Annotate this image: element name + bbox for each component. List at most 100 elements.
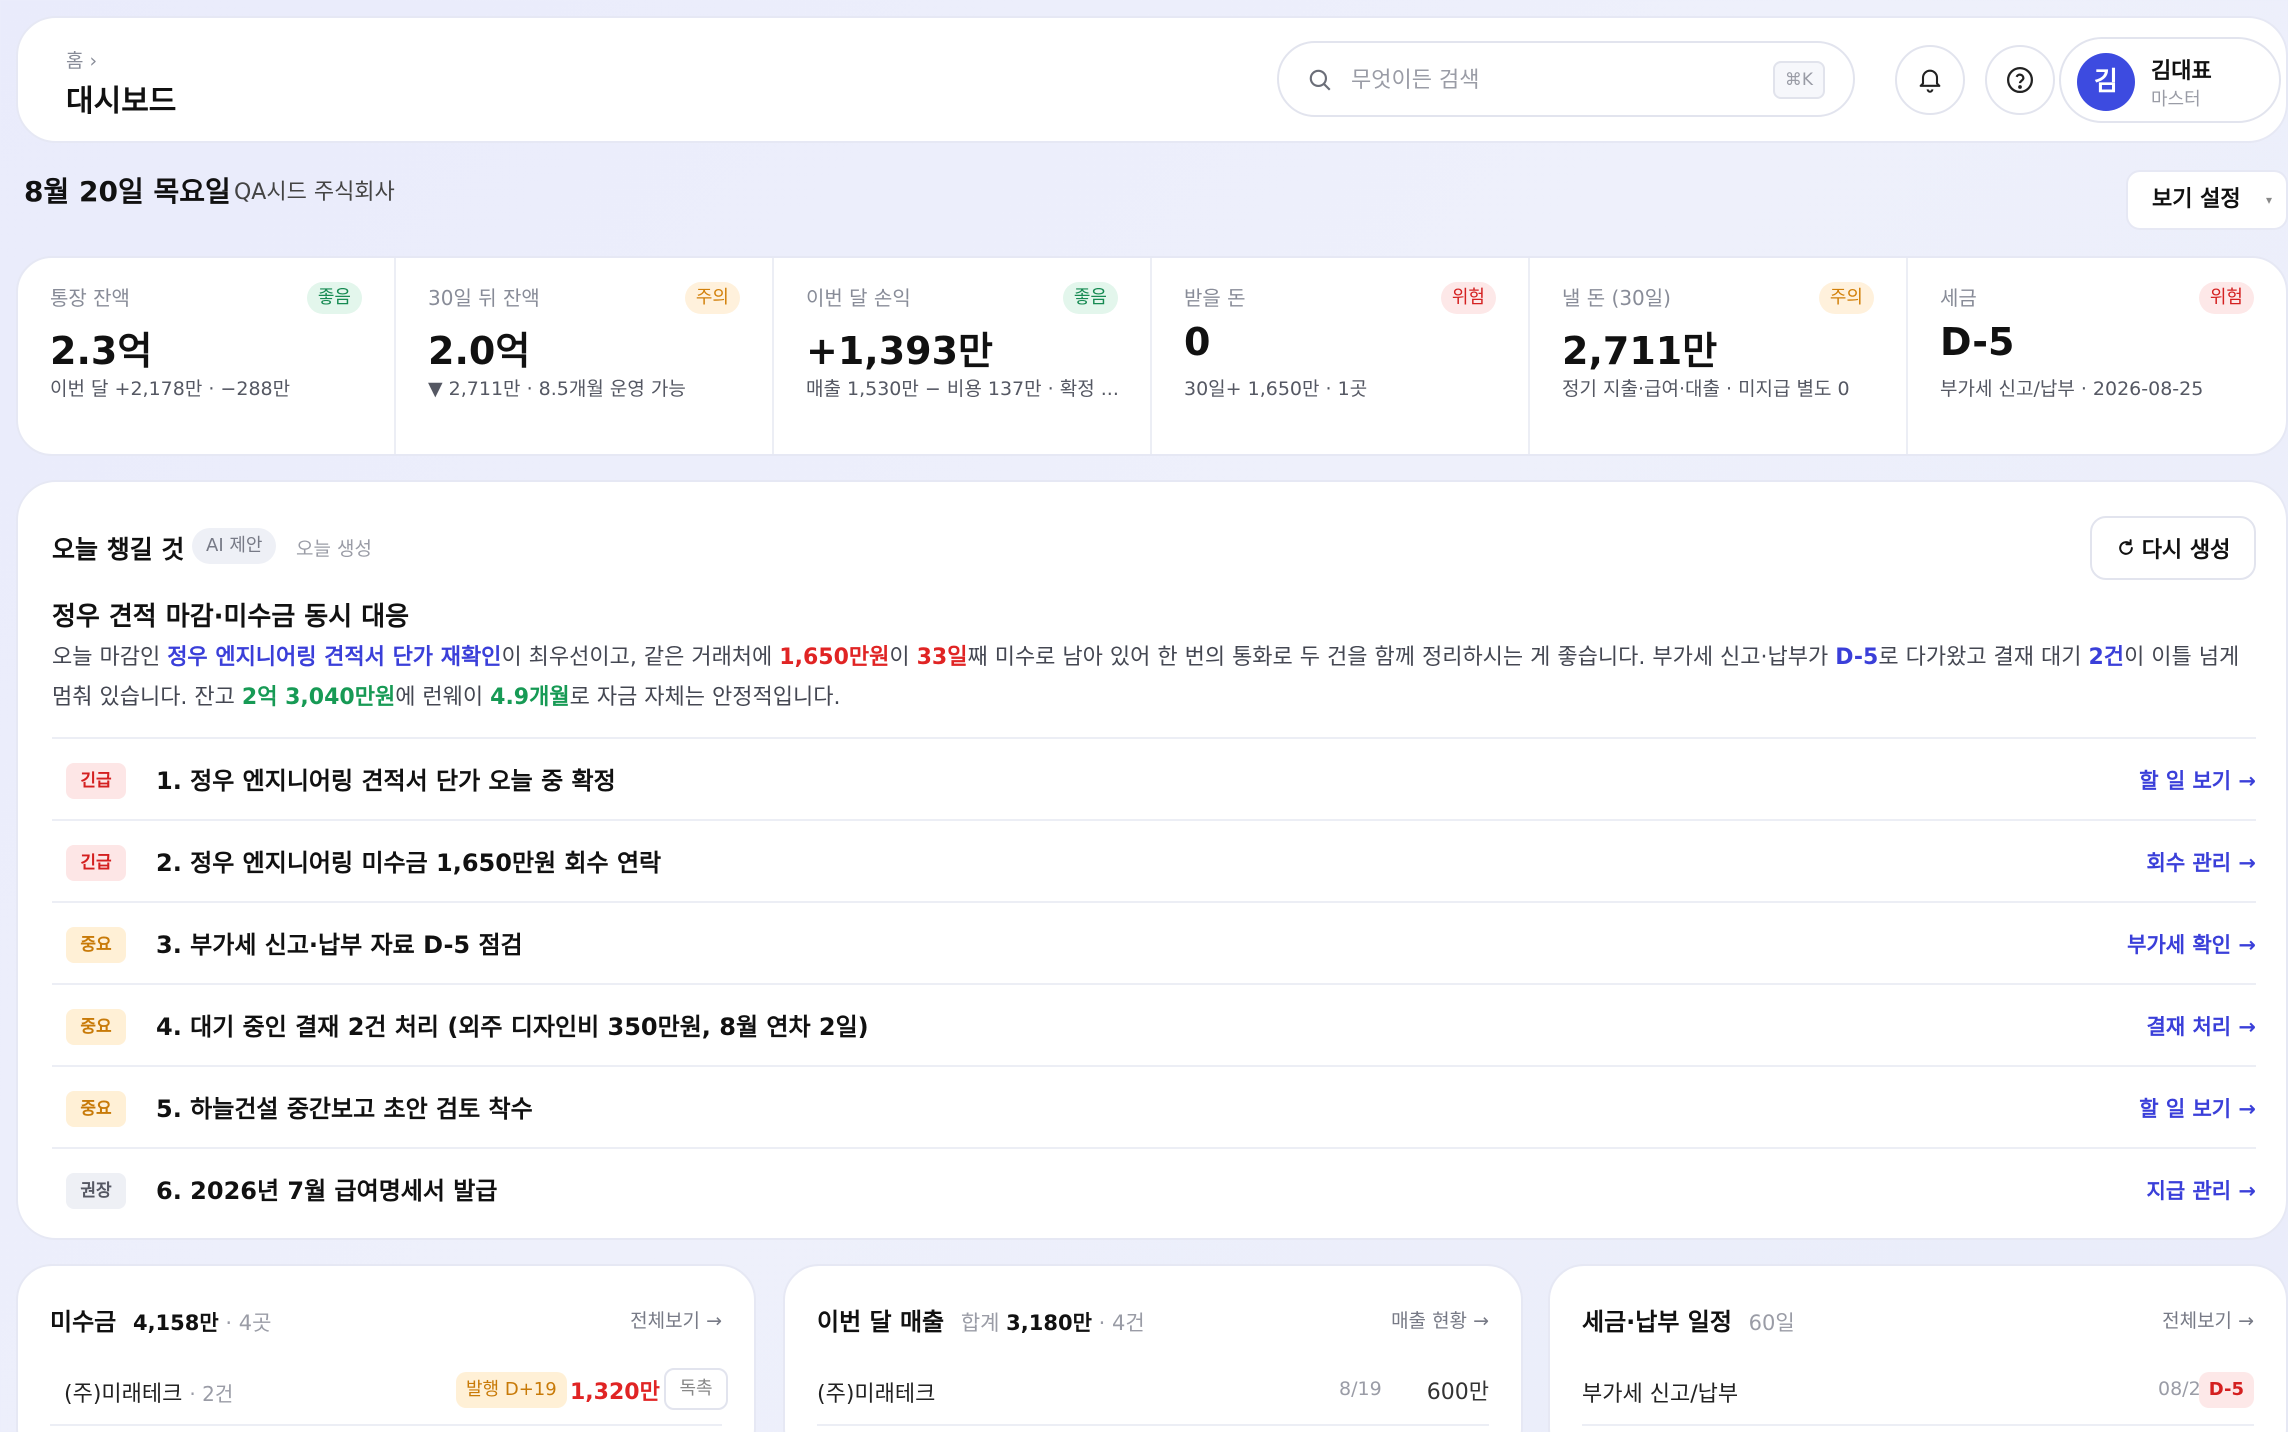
sales-status-link[interactable]: 매출 현황 →	[1391, 1306, 1489, 1333]
help-button[interactable]	[1985, 45, 2055, 115]
card-count: · 4건	[1098, 1311, 1145, 1335]
row-name: (주)미래테크 · 2건	[64, 1376, 233, 1408]
task-item[interactable]: 중요 3. 부가세 신고·납부 자료 D-5 점검 부가세 확인 →	[52, 901, 2256, 983]
briefing-summary: 오늘 마감인 정우 엔지니어링 견적서 단가 재확인이 최우선이고, 같은 거래…	[52, 638, 2262, 718]
task-link[interactable]: 결재 처리 →	[2147, 1011, 2257, 1041]
view-all-link[interactable]: 전체보기 →	[630, 1306, 722, 1333]
summary-text: 로 다가왔고 결재 대기	[1878, 645, 2089, 670]
summary-highlight: 정우 엔지니어링 견적서 단가 재확인	[167, 645, 502, 670]
bell-icon	[1919, 69, 1941, 93]
card-title: 미수금 4,158만 · 4곳	[50, 1302, 271, 1337]
kpi-value: 2.3억	[50, 329, 153, 373]
task-item[interactable]: 긴급 1. 정우 엔지니어링 견적서 단가 오늘 중 확정 할 일 보기 →	[52, 737, 2256, 819]
summary-highlight: 4.9개월	[490, 685, 570, 710]
kpi-receivable[interactable]: 받을 돈 위험 0 30일+ 1,650만 · 1곳	[1152, 258, 1530, 454]
client-name: (주)미래테크	[817, 1382, 936, 1407]
search-box[interactable]: ⌘K	[1277, 41, 1855, 117]
card-period: 60일	[1748, 1311, 1795, 1335]
card-meta: 4,158만 · 4곳	[133, 1311, 271, 1335]
task-text: 4. 대기 중인 결재 2건 처리 (외주 디자인비 350만원, 8월 연차 …	[156, 1013, 869, 1041]
kpi-label: 받을 돈	[1184, 286, 1246, 310]
task-item[interactable]: 긴급 2. 정우 엔지니어링 미수금 1,650만원 회수 연락 회수 관리 →	[52, 819, 2256, 901]
kpi-bank-balance[interactable]: 통장 잔액 좋음 2.3억 이번 달 +2,178만 · −288만	[18, 258, 396, 454]
summary-text: 로 자금 자체는 안정적입니다.	[569, 685, 841, 710]
kpi-sub: 매출 1,530만 − 비용 137만 · 확정 ...	[806, 378, 1119, 400]
kpi-tax[interactable]: 세금 위험 D-5 부가세 신고/납부 · 2026-08-25	[1908, 258, 2286, 454]
task-link[interactable]: 할 일 보기 →	[2139, 1093, 2256, 1123]
priority-tag: 긴급	[66, 763, 126, 799]
receivables-card: 미수금 4,158만 · 4곳 전체보기 → (주)미래테크 · 2건 발행 D…	[16, 1264, 756, 1432]
task-text: 5. 하늘건설 중간보고 초안 검토 착수	[156, 1095, 533, 1123]
ai-badge: AI 제안	[192, 528, 277, 564]
kpi-label: 30일 뒤 잔액	[428, 286, 540, 310]
user-role: 마스터	[2151, 89, 2201, 110]
task-link[interactable]: 회수 관리 →	[2147, 847, 2257, 877]
regenerate-button[interactable]: 다시 생성	[2090, 516, 2256, 580]
breadcrumb[interactable]: 홈 ›	[66, 46, 97, 73]
summary-text: 이 최우선이고, 같은 거래처에	[501, 645, 780, 670]
total-label: 합계	[960, 1311, 1000, 1335]
view-settings-button[interactable]: 보기 설정 ▾	[2126, 170, 2288, 230]
card-total: 3,180만	[1006, 1311, 1092, 1335]
priority-tag: 권장	[66, 1173, 126, 1209]
task-item[interactable]: 중요 4. 대기 중인 결재 2건 처리 (외주 디자인비 350만원, 8월 …	[52, 983, 2256, 1065]
help-icon	[2007, 67, 2033, 93]
status-badge: 좋음	[306, 282, 362, 314]
task-link[interactable]: 할 일 보기 →	[2139, 765, 2256, 795]
kpi-sub: 30일+ 1,650만 · 1곳	[1184, 378, 1368, 400]
task-link[interactable]: 지급 관리 →	[2147, 1175, 2257, 1205]
user-name: 김대표	[2151, 59, 2212, 84]
task-item[interactable]: 권장 6. 2026년 7월 급여명세서 발급 지급 관리 →	[52, 1147, 2256, 1229]
list-item[interactable]: (주)미래테크 8/19 600만	[817, 1366, 1489, 1426]
kpi-row: 통장 잔액 좋음 2.3억 이번 달 +2,178만 · −288만 30일 뒤…	[16, 256, 2288, 456]
kpi-sub: 정기 지출·급여·대출 · 미지급 별도 0	[1562, 378, 1850, 400]
kpi-value: D-5	[1940, 320, 2015, 364]
status-badge: 위험	[2198, 282, 2254, 314]
regenerate-label: 다시 생성	[2141, 538, 2231, 563]
search-input[interactable]	[1351, 61, 1731, 99]
kpi-balance-30d[interactable]: 30일 뒤 잔액 주의 2.0억 ▼ 2,711만 · 8.5개월 운영 가능	[396, 258, 774, 454]
client-name: (주)미래테크	[64, 1382, 183, 1407]
summary-highlight: 33일	[916, 645, 968, 670]
kpi-label: 낼 돈 (30일)	[1562, 286, 1671, 310]
kpi-value: +1,393만	[806, 329, 993, 373]
summary-highlight: 2건	[2088, 645, 2125, 670]
task-item[interactable]: 중요 5. 하늘건설 중간보고 초안 검토 착수 할 일 보기 →	[52, 1065, 2256, 1147]
summary-highlight: 2억 3,040만원	[241, 685, 396, 710]
task-text: 1. 정우 엔지니어링 견적서 단가 오늘 중 확정	[156, 767, 616, 795]
row-date: 8/19	[1339, 1378, 1382, 1400]
view-all-link[interactable]: 전체보기 →	[2162, 1306, 2254, 1333]
section-title: 오늘 챙길 것	[52, 535, 185, 564]
current-date: 8월 20일 목요일	[24, 175, 231, 208]
user-profile[interactable]: 김 김대표 마스터	[2059, 37, 2281, 123]
remind-button[interactable]: 독촉	[664, 1368, 728, 1410]
card-title-text: 세금·납부 일정	[1582, 1308, 1732, 1336]
list-item[interactable]: (주)미래테크 · 2건 발행 D+19 1,320만 독촉	[50, 1366, 728, 1426]
summary-text: 에 런웨이	[395, 685, 491, 710]
summary-text: 이	[889, 645, 917, 670]
priority-tag: 긴급	[66, 845, 126, 881]
summary-text: 째 미수로 남아 있어 한 번의 통화로 두 건을 함께 정리하시는 게 좋습니…	[967, 645, 1836, 670]
status-badge: 좋음	[1062, 282, 1118, 314]
generated-label: 오늘 생성	[296, 538, 372, 560]
kpi-monthly-pnl[interactable]: 이번 달 손익 좋음 +1,393만 매출 1,530만 − 비용 137만 ·…	[774, 258, 1152, 454]
status-badge: 위험	[1440, 282, 1496, 314]
chevron-down-icon: ▾	[2265, 193, 2272, 207]
card-total: 4,158만	[132, 1311, 219, 1335]
kpi-payable-30d[interactable]: 낼 돈 (30일) 주의 2,711만 정기 지출·급여·대출 · 미지급 별도…	[1530, 258, 1908, 454]
task-text: 2. 정우 엔지니어링 미수금 1,650만원 회수 연락	[156, 849, 662, 877]
task-link[interactable]: 부가세 확인 →	[2127, 929, 2256, 959]
status-badge: 주의	[1818, 282, 1874, 314]
list-item[interactable]: 부가세 신고/납부 08/25 D-5	[1582, 1366, 2254, 1426]
issued-badge: 발행 D+19	[456, 1372, 567, 1408]
row-count: · 2건	[189, 1382, 234, 1406]
card-meta: 합계 3,180만 · 4건	[961, 1311, 1145, 1335]
card-title-text: 이번 달 매출	[817, 1308, 945, 1336]
task-text: 3. 부가세 신고·납부 자료 D-5 점검	[156, 931, 523, 959]
notification-button[interactable]	[1895, 45, 1965, 115]
kpi-sub: 이번 달 +2,178만 · −288만	[50, 378, 291, 400]
dday-badge: D-5	[2198, 1372, 2254, 1408]
row-amount: 1,320만	[570, 1380, 660, 1405]
tax-item-name: 부가세 신고/납부	[1582, 1382, 1739, 1407]
status-badge: 주의	[684, 282, 740, 314]
